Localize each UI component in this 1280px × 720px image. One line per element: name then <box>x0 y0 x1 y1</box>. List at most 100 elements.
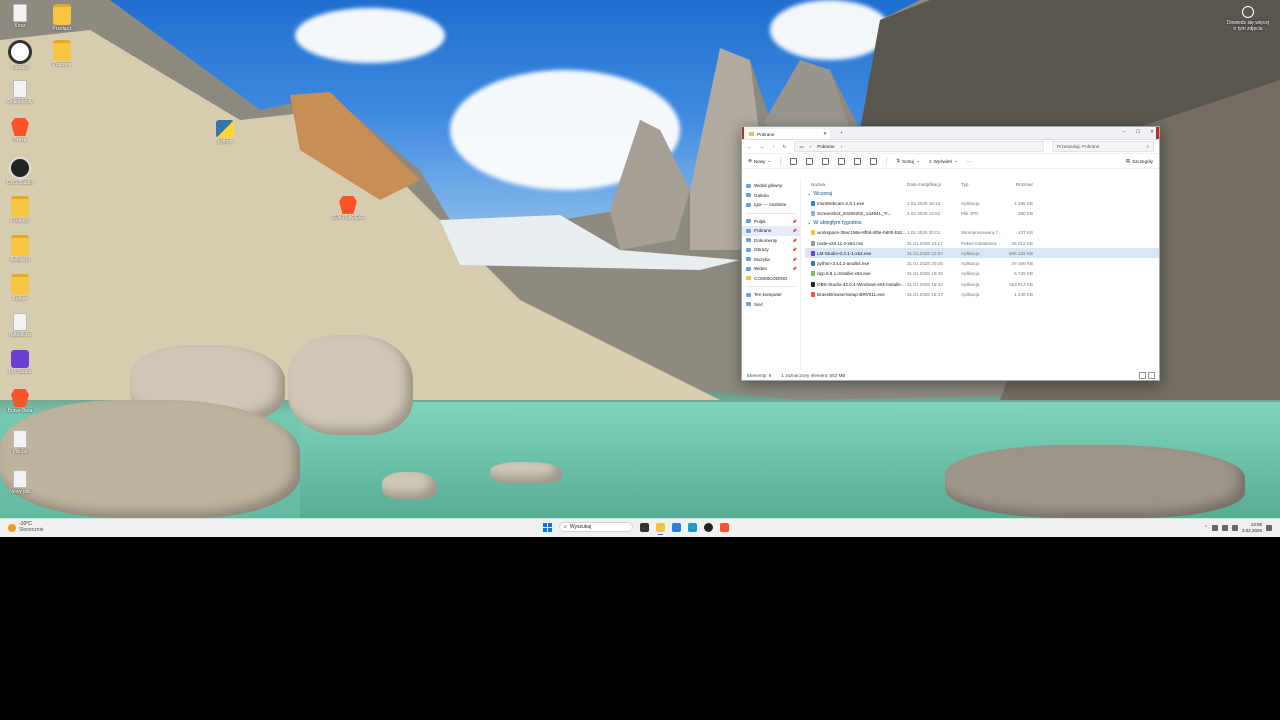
command-bar: ⊕ Nowy ⌄ ⇅ Sortuj ⌄ ≡ Wyświetl ⌄ ··· ▤ Szczegół… <box>742 154 1159 169</box>
recycle-bin-icon <box>13 4 27 22</box>
desktop-icon-folder[interactable]: Aplikacje <box>0 235 40 263</box>
desktop-icon-folder[interactable]: Przełącz <box>42 4 82 32</box>
file-row[interactable]: npp.8.8.1.Installer.x64.exe 31.01.2026 1… <box>805 269 1159 279</box>
rename-icon[interactable] <box>838 157 846 165</box>
desktop-icon-lm-studio[interactable]: LM Studio <box>0 350 40 375</box>
tiles-view-icon[interactable] <box>1148 371 1155 379</box>
start-button[interactable] <box>543 522 552 532</box>
file-row[interactable]: OBS-Studio-32.0.4-Windows-x64-Installe..… <box>805 279 1159 289</box>
address-bar-row: ← → ↑ ↻ ▭ › Pobrane › Przeszukaj: Pobran… <box>742 140 1159 154</box>
nav-item-cosmicoding[interactable]: COSMICODING <box>742 274 800 284</box>
file-icon <box>13 80 27 98</box>
share-icon[interactable] <box>854 157 862 165</box>
tab-pobrane[interactable]: Pobrane ✕ <box>746 129 830 139</box>
desktop-icon-folder[interactable]: Pobrane <box>42 40 82 68</box>
music-icon <box>746 257 751 262</box>
taskbar-search[interactable]: ⌕ Wyszukaj <box>559 522 633 532</box>
file-row[interactable]: Screenshot_20260202_144941_Tr... 2.02.20… <box>805 208 1159 218</box>
desktop-icon-folder[interactable]: Projekty <box>0 196 40 224</box>
file-explorer-window[interactable]: Pobrane ✕ + – ☐ ✕ ← → ↑ ↻ ▭ › Pobrane › … <box>741 126 1160 381</box>
chevron-up-icon[interactable]: ⌃ <box>1204 525 1208 531</box>
details-button[interactable]: ▤ Szczegóły <box>1126 158 1153 164</box>
brave-lion-icon[interactable] <box>720 522 729 532</box>
desktop-icon-file[interactable]: Plik.txt <box>0 430 40 455</box>
boulder <box>382 472 437 500</box>
group-header[interactable]: ⌄ Wczoraj <box>805 189 1159 198</box>
nav-item-documents[interactable]: Dokumenty 📌 <box>742 236 800 246</box>
learn-more-widget[interactable]: Dowiedz się więcej o tym zdjęciu <box>1226 6 1270 32</box>
outlook-icon[interactable] <box>672 522 681 532</box>
boulder <box>490 462 562 484</box>
network-icon[interactable] <box>1211 524 1218 531</box>
copy-icon[interactable] <box>806 157 814 165</box>
nav-item-gallery[interactable]: Galeria <box>742 191 800 201</box>
minimize-button[interactable]: – <box>1117 127 1131 136</box>
group-header[interactable]: ⌄ W ubiegłym tygodniu <box>805 219 1159 228</box>
column-name[interactable]: Nazwa <box>805 182 907 187</box>
nav-item-network[interactable]: Sieć <box>742 300 800 310</box>
forward-arrow-icon[interactable]: → <box>760 144 765 149</box>
view-button[interactable]: ≡ Wyświetl ⌄ <box>929 158 958 164</box>
file-row[interactable]: IriunWebcam-2.8.1.exe 2.02.2026 18:13 Ap… <box>805 198 1159 208</box>
sort-button[interactable]: ⇅ Sortuj ⌄ <box>896 158 920 164</box>
nav-item-this-pc[interactable]: Ten komputer <box>742 290 800 300</box>
details-view-icon[interactable] <box>1139 371 1146 379</box>
desktop-icon-obs[interactable]: OBS Studio <box>0 157 40 186</box>
paste-icon[interactable] <box>822 157 830 165</box>
desktop-icon-brave[interactable]: Brave <box>0 118 40 143</box>
desktop-icon-recycle-bin[interactable]: Kosz <box>0 4 40 29</box>
file-row[interactable]: node-v20.11.0-x64.msi 31.01.2026 23:17 P… <box>805 238 1159 248</box>
desktop-icon-brave-exe[interactable]: TEN PLIK.EXE <box>328 196 368 221</box>
obs-icon[interactable] <box>704 522 713 532</box>
delete-icon[interactable] <box>870 157 878 165</box>
column-size[interactable]: Rozmiar <box>1003 182 1033 187</box>
task-view-icon[interactable] <box>640 522 649 532</box>
back-arrow-icon[interactable]: ← <box>747 144 752 149</box>
file-row[interactable]: BraveBrowserSetup-BRV011.exe 31.01.2026 … <box>805 289 1159 299</box>
nav-item-home[interactable]: Widok główny <box>742 181 800 191</box>
desktop-icon-brave-beta[interactable]: Brave Beta <box>0 389 40 414</box>
file-explorer-icon[interactable] <box>656 522 665 535</box>
edge-icon[interactable] <box>688 522 697 532</box>
file-row-selected[interactable]: LM-Studio-0.4.1-1-x64.exe 31.01.2026 22:… <box>805 248 1159 259</box>
wifi-icon[interactable] <box>1221 524 1228 531</box>
cut-icon[interactable] <box>790 157 798 165</box>
file-row[interactable]: workspace-35ec196e-8f0d-4f0e-b600-b52...… <box>805 228 1159 238</box>
new-tab-button[interactable]: + <box>840 130 843 135</box>
divider <box>746 212 796 214</box>
address-field[interactable]: ▭ › Pobrane › <box>794 141 1044 152</box>
weather-widget[interactable]: -10°C Słonecznie <box>8 521 43 533</box>
nav-item-videos[interactable]: Wideo 📌 <box>742 264 800 274</box>
desktop-icon-camera[interactable]: Kamera <box>0 40 40 71</box>
refresh-icon[interactable]: ↻ <box>782 144 786 150</box>
documents-icon <box>746 238 751 243</box>
title-bar[interactable]: Pobrane ✕ + – ☐ ✕ <box>742 127 1159 140</box>
desktop-icon-file[interactable]: Notatki.txt <box>0 313 40 338</box>
nav-item-music[interactable]: Muzyka 📌 <box>742 255 800 265</box>
volume-icon[interactable] <box>1231 524 1238 531</box>
clock[interactable]: 13:06 3.02.2026 <box>1242 522 1262 533</box>
nav-item-downloads[interactable]: Pobrane 📌 <box>742 226 800 236</box>
nav-item-onedrive[interactable]: Igor — osobiste <box>742 200 800 210</box>
maximize-button[interactable]: ☐ <box>1131 127 1145 136</box>
search-input[interactable]: Przeszukaj: Pobrane ⌕ <box>1052 141 1154 152</box>
desktop-icon-file[interactable]: Nowy plik <box>0 470 40 495</box>
desktop-icon-folder[interactable]: Folder <box>0 274 40 302</box>
webcam-icon <box>8 40 32 64</box>
column-date[interactable]: Data modyfikacji <box>907 182 961 187</box>
breadcrumb-pobrane[interactable]: Pobrane <box>817 144 834 149</box>
pin-icon: 📌 <box>792 266 797 272</box>
camera-icon <box>1242 6 1254 18</box>
desktop-icon-file[interactable]: Dokumenty <box>0 80 40 105</box>
desktop-icon-python[interactable]: python <box>205 120 245 145</box>
column-type[interactable]: Typ <box>961 182 1003 187</box>
new-button[interactable]: ⊕ Nowy ⌄ <box>748 158 771 164</box>
download-icon <box>746 228 751 233</box>
notification-bell-icon[interactable] <box>1266 524 1272 531</box>
nav-item-pictures[interactable]: Obrazy 📌 <box>742 245 800 255</box>
nav-item-desktop[interactable]: Pulpit 📌 <box>742 217 800 227</box>
up-arrow-icon[interactable]: ↑ <box>772 144 774 149</box>
file-row[interactable]: python-3.14.2-amd64.exe 31.01.2026 20:25… <box>805 258 1159 268</box>
more-options-button[interactable]: ··· <box>967 159 972 164</box>
close-tab-icon[interactable]: ✕ <box>823 131 827 137</box>
